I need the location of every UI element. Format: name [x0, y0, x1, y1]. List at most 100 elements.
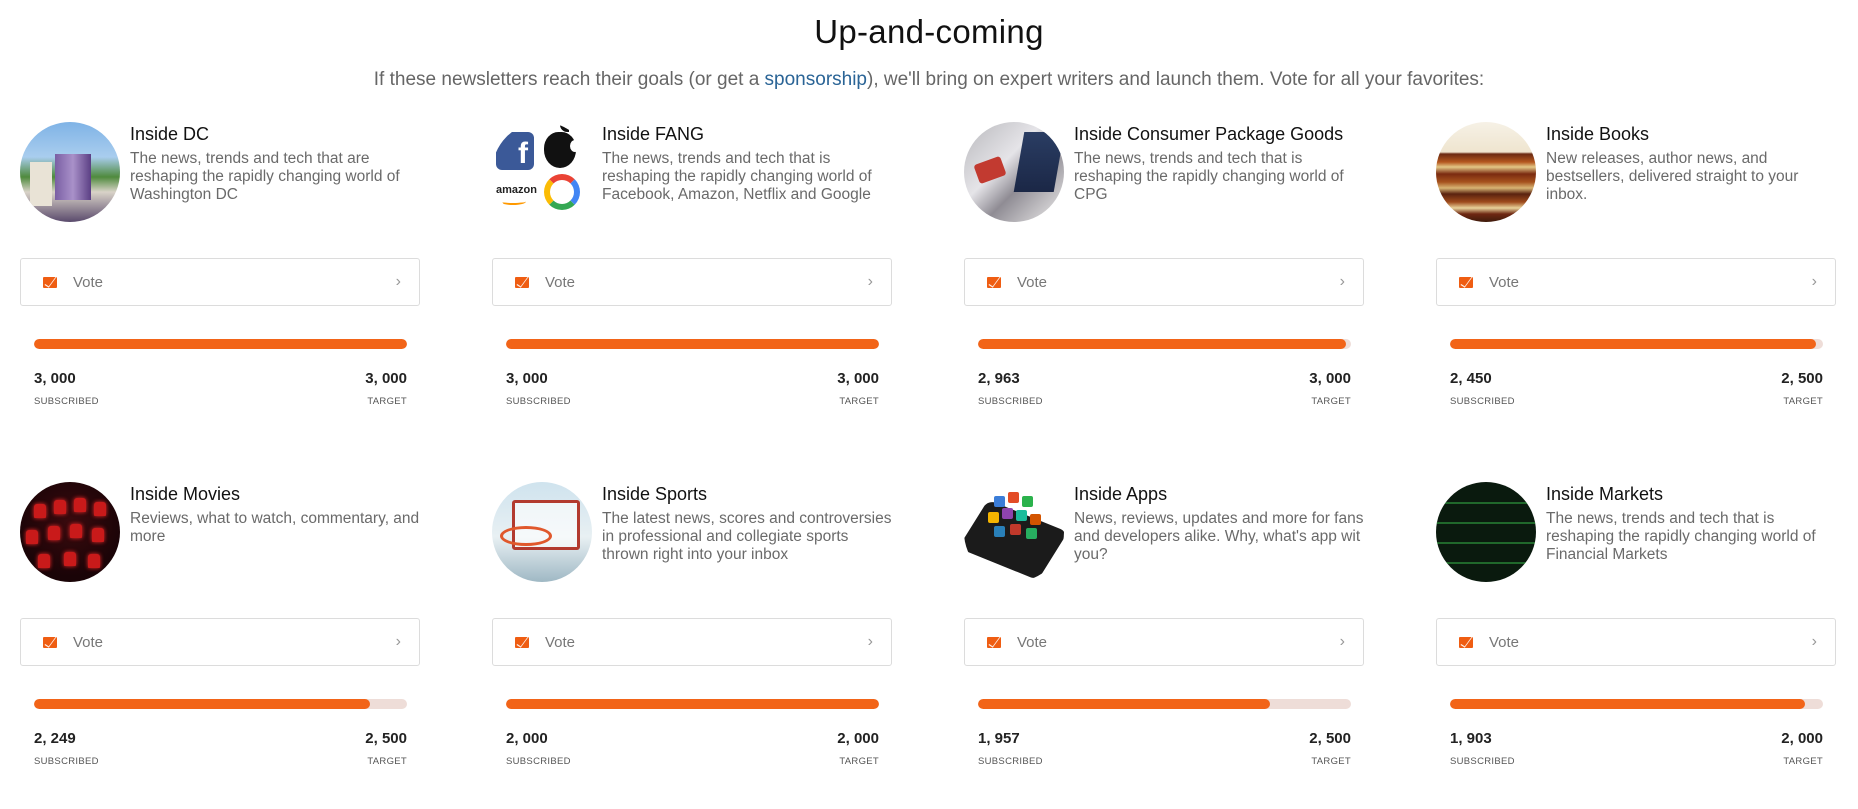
subtitle-text-before: If these newsletters reach their goals (…: [373, 69, 765, 90]
vote-button[interactable]: Vote ›: [20, 618, 420, 666]
progress-bar: [1450, 339, 1823, 349]
seat-shape: [88, 554, 100, 568]
newsletter-description: The latest news, scores and controversie…: [602, 510, 892, 563]
seat-shape: [26, 530, 38, 544]
progress-bar: [34, 339, 407, 349]
vote-button[interactable]: Vote ›: [964, 258, 1364, 306]
envelope-icon: [987, 636, 1001, 648]
subscribed-caption: SUBSCRIBED: [1450, 396, 1515, 407]
amazon-logo-icon: amazon: [496, 184, 537, 205]
card-header: f amazon Inside FANG The news, trends an…: [492, 122, 894, 224]
envelope-icon: [43, 276, 57, 288]
target-caption: TARGET: [839, 396, 879, 407]
target-caption: TARGET: [367, 756, 407, 767]
newsletter-name: Inside Markets: [1546, 484, 1664, 504]
ticker-row-line: [1436, 502, 1536, 504]
card-info: Inside Consumer Package Goods The news, …: [1074, 122, 1366, 204]
google-logo-icon: [544, 174, 580, 210]
newsletter-thumbnail: [964, 482, 1064, 582]
chevron-right-icon: ›: [395, 633, 401, 650]
seat-shape: [54, 500, 66, 514]
progress-bar-fill: [1450, 339, 1816, 349]
progress-bar-fill: [978, 339, 1347, 349]
chevron-right-icon: ›: [1339, 273, 1345, 290]
target-count: 2, 500: [1309, 730, 1351, 747]
envelope-icon: [1459, 636, 1473, 648]
card-info: Inside Movies Reviews, what to watch, co…: [130, 482, 422, 546]
card-header: Inside Movies Reviews, what to watch, co…: [20, 482, 422, 584]
subscribed-caption: SUBSCRIBED: [34, 756, 99, 767]
progress-bar: [506, 339, 879, 349]
subscribed-count: 3, 000: [34, 370, 76, 387]
newsletter-name: Inside Sports: [602, 484, 708, 504]
envelope-icon: [515, 636, 529, 648]
progress-bar-fill: [506, 339, 879, 349]
progress-bar: [34, 699, 407, 709]
card-header: Inside Consumer Package Goods The news, …: [964, 122, 1366, 224]
card-info: Inside Sports The latest news, scores an…: [602, 482, 894, 564]
subscribed-count: 2, 000: [506, 730, 548, 747]
newsletter-name: Inside Books: [1546, 124, 1650, 144]
ticker-row-line: [1436, 522, 1536, 524]
seat-shape: [74, 498, 86, 512]
target-caption: TARGET: [367, 396, 407, 407]
apple-logo-icon: [544, 123, 580, 168]
newsletter-thumbnail: [964, 122, 1064, 222]
newsletter-card-inside-dc: Inside DC The news, trends and tech that…: [20, 122, 422, 482]
card-header: Inside DC The news, trends and tech that…: [20, 122, 422, 224]
newsletter-name: Inside DC: [130, 124, 210, 144]
chevron-right-icon: ›: [867, 633, 873, 650]
seat-shape: [38, 554, 50, 568]
card-info: Inside Markets The news, trends and tech…: [1546, 482, 1838, 564]
vote-button[interactable]: Vote ›: [492, 258, 892, 306]
newsletter-thumbnail: [492, 482, 592, 582]
newsletter-card-inside-movies: Inside Movies Reviews, what to watch, co…: [20, 482, 422, 809]
page: Up-and-coming If these newsletters reach…: [0, 0, 1858, 809]
subscribed-count: 2, 450: [1450, 370, 1492, 387]
card-info: Inside Books New releases, author news, …: [1546, 122, 1838, 204]
newsletter-card-inside-apps: Inside Apps News, reviews, updates and m…: [964, 482, 1366, 809]
target-count: 3, 000: [365, 370, 407, 387]
vote-label: Vote: [73, 633, 104, 651]
target-caption: TARGET: [1311, 756, 1351, 767]
vote-button[interactable]: Vote ›: [492, 618, 892, 666]
seat-shape: [64, 552, 76, 566]
progress-bar-fill: [34, 699, 370, 709]
target-caption: TARGET: [1311, 396, 1351, 407]
vote-label: Vote: [73, 273, 104, 291]
chevron-right-icon: ›: [1339, 633, 1345, 650]
target-count: 3, 000: [837, 370, 879, 387]
phone-shape: [964, 499, 1064, 581]
sponsorship-link[interactable]: sponsorship: [765, 69, 867, 90]
envelope-icon: [43, 636, 57, 648]
subscribed-count: 3, 000: [506, 370, 548, 387]
newsletter-description: The news, trends and tech that is reshap…: [602, 150, 872, 203]
app-tile: [994, 496, 1005, 507]
newsletter-name: Inside Consumer Package Goods: [1074, 124, 1344, 144]
vote-button[interactable]: Vote ›: [20, 258, 420, 306]
page-subtitle: If these newsletters reach their goals (…: [0, 68, 1858, 92]
card-header: Inside Sports The latest news, scores an…: [492, 482, 894, 584]
ticker-row-line: [1436, 562, 1536, 564]
subscribed-caption: SUBSCRIBED: [506, 396, 571, 407]
target-count: 2, 000: [1781, 730, 1823, 747]
progress-bar-fill: [1450, 699, 1805, 709]
progress-bar-fill: [506, 699, 879, 709]
chevron-right-icon: ›: [1811, 633, 1817, 650]
progress-bar: [978, 699, 1351, 709]
newsletter-card-inside-fang: f amazon Inside FANG The news, trends an…: [492, 122, 894, 482]
app-tile: [1022, 496, 1033, 507]
newsletter-thumbnail: [20, 482, 120, 582]
seat-shape: [48, 526, 60, 540]
vote-label: Vote: [1017, 633, 1048, 651]
vote-button[interactable]: Vote ›: [1436, 258, 1836, 306]
card-info: Inside Apps News, reviews, updates and m…: [1074, 482, 1366, 564]
newsletter-name: Inside Apps: [1074, 484, 1168, 504]
newsletter-card-inside-cpg: Inside Consumer Package Goods The news, …: [964, 122, 1366, 482]
vote-label: Vote: [545, 633, 576, 651]
app-tile: [988, 512, 999, 523]
newsletter-thumbnail: [1436, 482, 1536, 582]
vote-button[interactable]: Vote ›: [964, 618, 1364, 666]
subscribed-count: 1, 957: [978, 730, 1020, 747]
vote-button[interactable]: Vote ›: [1436, 618, 1836, 666]
